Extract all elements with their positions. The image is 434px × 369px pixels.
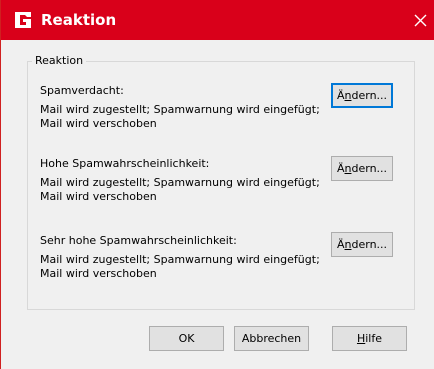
section-heading-very-high-probability: Sehr hohe Spamwahrscheinlichkeit: xyxy=(40,234,237,247)
help-button[interactable]: Hilfe xyxy=(332,326,407,351)
change-button-very-high-probability[interactable]: Ändern... xyxy=(331,232,393,257)
description-line: Mail wird verschoben xyxy=(40,190,157,203)
description-line: Mail wird zugestellt; Spamwarnung wird e… xyxy=(40,103,320,116)
reaktion-dialog: Reaktion Reaktion Spamverdacht: Mail wir… xyxy=(0,0,434,369)
description-line: Mail wird zugestellt; Spamwarnung wird e… xyxy=(40,176,320,189)
section-heading-high-probability: Hohe Spamwahrscheinlichkeit: xyxy=(40,157,210,170)
section-description-very-high-probability: Mail wird zugestellt; Spamwarnung wird e… xyxy=(40,253,325,281)
section-description-spam-suspect: Mail wird zugestellt; Spamwarnung wird e… xyxy=(40,103,325,131)
cancel-button[interactable]: Abbrechen xyxy=(234,326,309,351)
gdata-logo-icon xyxy=(15,12,31,28)
change-button-high-probability[interactable]: Ändern... xyxy=(331,156,393,181)
description-line: Mail wird verschoben xyxy=(40,117,157,130)
close-icon xyxy=(414,14,427,27)
groupbox-legend: Reaktion xyxy=(32,54,87,67)
ok-button[interactable]: OK xyxy=(149,326,224,351)
section-description-high-probability: Mail wird zugestellt; Spamwarnung wird e… xyxy=(40,176,325,204)
section-heading-spam-suspect: Spamverdacht: xyxy=(40,84,124,97)
close-button[interactable] xyxy=(405,0,434,40)
change-button-spam-suspect[interactable]: Ändern... xyxy=(331,83,393,108)
description-line: Mail wird zugestellt; Spamwarnung wird e… xyxy=(40,253,320,266)
title-bar[interactable]: Reaktion xyxy=(1,0,434,40)
window-title: Reaktion xyxy=(41,11,117,29)
description-line: Mail wird verschoben xyxy=(40,267,157,280)
